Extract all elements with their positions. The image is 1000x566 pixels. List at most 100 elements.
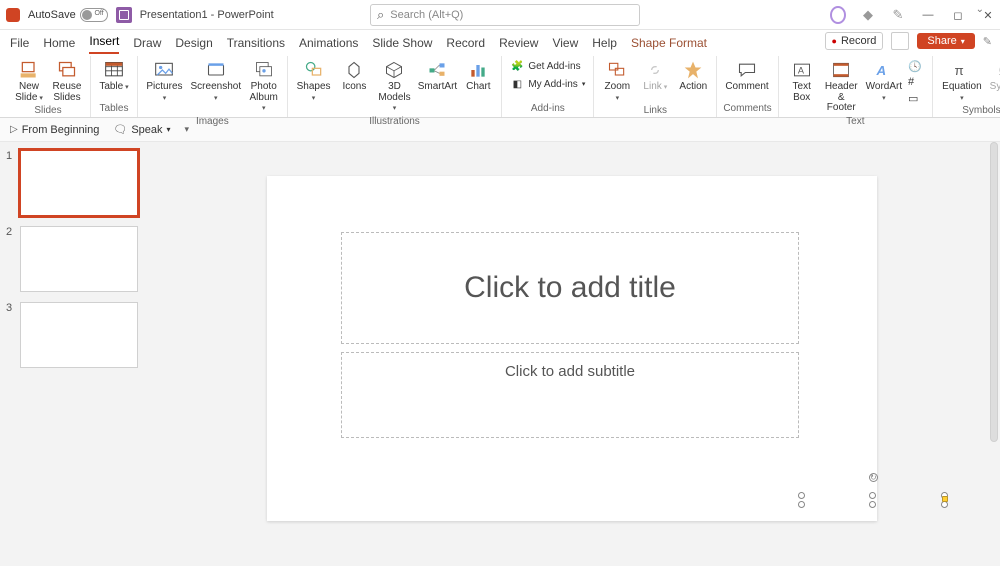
tab-review[interactable]: Review [499, 36, 538, 54]
group-addins: 🧩Get Add-ins ◧My Add-ins ▾ Add-ins [502, 56, 594, 117]
restore-button[interactable]: ◻ [950, 9, 966, 22]
toggle-off-icon[interactable]: Off [80, 8, 108, 22]
table-button[interactable]: Table [97, 58, 131, 95]
chart-icon [467, 60, 489, 80]
thumbnail-slide-1[interactable] [20, 150, 138, 216]
search-input[interactable]: Search (Alt+Q) [370, 4, 640, 26]
text-box-button[interactable]: A Text Box [785, 58, 819, 105]
record-button[interactable]: Record [825, 32, 884, 50]
title-placeholder[interactable]: Click to add title [341, 232, 799, 344]
tab-transitions[interactable]: Transitions [227, 36, 285, 54]
new-slide-icon [18, 60, 40, 80]
thumbnail-row[interactable]: 3 [6, 302, 146, 368]
action-button[interactable]: Action [676, 58, 710, 95]
tab-insert[interactable]: Insert [89, 34, 119, 54]
wordart-icon: A [873, 60, 895, 80]
tab-animations[interactable]: Animations [299, 36, 358, 54]
search-icon [377, 7, 384, 23]
ribbon-tabs: File Home Insert Draw Design Transitions… [0, 30, 1000, 54]
header-footer-icon [830, 60, 852, 80]
selected-shape[interactable] [802, 489, 944, 505]
comments-pane-button[interactable]: ✎ [983, 35, 992, 48]
symbol-button: Ω Symbol [989, 58, 1000, 95]
date-time-icon[interactable]: 🕓 [908, 60, 926, 74]
thumbnail-row[interactable]: 1 [6, 150, 146, 216]
my-addins-button[interactable]: ◧My Add-ins ▾ [508, 76, 587, 92]
customize-qat-icon[interactable]: ▾ [185, 124, 190, 135]
header-footer-button[interactable]: Header & Footer [823, 58, 860, 116]
new-slide-button[interactable]: New Slide [12, 58, 46, 105]
group-links: Zoom Link Action Links [594, 56, 717, 117]
group-label-symbols: Symbols [939, 105, 1000, 117]
from-beginning-button[interactable]: From Beginning [10, 124, 99, 136]
reuse-slides-button[interactable]: Reuse Slides [50, 58, 84, 105]
comment-button[interactable]: Comment [723, 58, 770, 95]
rotate-handle-icon[interactable] [869, 473, 878, 482]
resize-handle[interactable] [869, 501, 876, 508]
powerpoint-icon [6, 8, 20, 22]
title-placeholder-text: Click to add title [464, 271, 676, 305]
icons-icon [343, 60, 365, 80]
zoom-button[interactable]: Zoom [600, 58, 634, 105]
photo-album-button[interactable]: Photo Album [247, 58, 281, 116]
store-icon: 🧩 [510, 59, 524, 73]
photo-album-icon [253, 60, 275, 80]
present-mode-button[interactable] [891, 32, 909, 50]
get-addins-button[interactable]: 🧩Get Add-ins [508, 58, 587, 74]
tab-slideshow[interactable]: Slide Show [372, 36, 432, 54]
slide[interactable]: Click to add title Click to add subtitle [267, 176, 877, 521]
thumbnail-row[interactable]: 2 [6, 226, 146, 292]
ink-icon[interactable] [890, 7, 906, 23]
save-icon[interactable] [116, 7, 132, 23]
slide-number-icon[interactable]: # [908, 76, 926, 90]
resize-handle[interactable] [941, 501, 948, 508]
tab-design[interactable]: Design [175, 36, 212, 54]
autosave-label: AutoSave [28, 9, 76, 21]
wordart-button[interactable]: A WordArt [864, 58, 904, 105]
vertical-scrollbar[interactable] [986, 142, 1000, 538]
smartart-button[interactable]: SmartArt [418, 58, 458, 95]
svg-text:A: A [798, 65, 805, 75]
main-area: 1 2 3 Click to add title Click to add su… [0, 142, 1000, 566]
premium-icon[interactable] [860, 7, 876, 23]
thumbnail-slide-3[interactable] [20, 302, 138, 368]
minimize-button[interactable]: — [920, 9, 936, 21]
equation-icon: π [951, 60, 973, 80]
ribbon: New Slide Reuse Slides Slides Table Tabl… [0, 54, 1000, 118]
collapse-ribbon-icon[interactable]: ⌄ [976, 4, 984, 15]
resize-handle[interactable] [798, 501, 805, 508]
svg-text:π: π [954, 63, 963, 78]
equation-button[interactable]: π Equation [939, 58, 985, 105]
link-button: Link [638, 58, 672, 95]
subtitle-placeholder-text: Click to add subtitle [505, 363, 635, 380]
thumbnail-slide-2[interactable] [20, 226, 138, 292]
resize-handle[interactable] [869, 492, 876, 499]
tab-help[interactable]: Help [592, 36, 617, 54]
speak-button[interactable]: Speak ▾ [113, 123, 170, 136]
icons-button[interactable]: Icons [337, 58, 371, 95]
3d-models-button[interactable]: 3D Models [375, 58, 413, 116]
pictures-button[interactable]: Pictures [144, 58, 185, 105]
share-button[interactable]: Share [917, 33, 974, 49]
object-icon[interactable]: ▭ [908, 92, 926, 106]
tab-home[interactable]: Home [43, 36, 75, 54]
link-icon [644, 60, 666, 80]
tab-record[interactable]: Record [446, 36, 485, 54]
account-avatar[interactable] [830, 6, 846, 24]
subtitle-placeholder[interactable]: Click to add subtitle [341, 352, 799, 438]
screenshot-button[interactable]: Screenshot [189, 58, 243, 105]
tab-shape-format[interactable]: Shape Format [631, 36, 707, 54]
tab-file[interactable]: File [10, 36, 29, 54]
chart-button[interactable]: Chart [461, 58, 495, 95]
title-bar: AutoSave Off Presentation1 - PowerPoint … [0, 0, 1000, 30]
slide-canvas[interactable]: Click to add title Click to add subtitle [152, 142, 1000, 566]
tab-view[interactable]: View [552, 36, 578, 54]
text-box-icon: A [791, 60, 813, 80]
autosave-toggle[interactable]: AutoSave Off [28, 8, 108, 22]
adjust-handle[interactable] [942, 496, 948, 502]
pictures-icon [153, 60, 175, 80]
resize-handle[interactable] [798, 492, 805, 499]
shapes-button[interactable]: Shapes [294, 58, 334, 105]
group-comments: Comment Comments [717, 56, 778, 117]
tab-draw[interactable]: Draw [133, 36, 161, 54]
